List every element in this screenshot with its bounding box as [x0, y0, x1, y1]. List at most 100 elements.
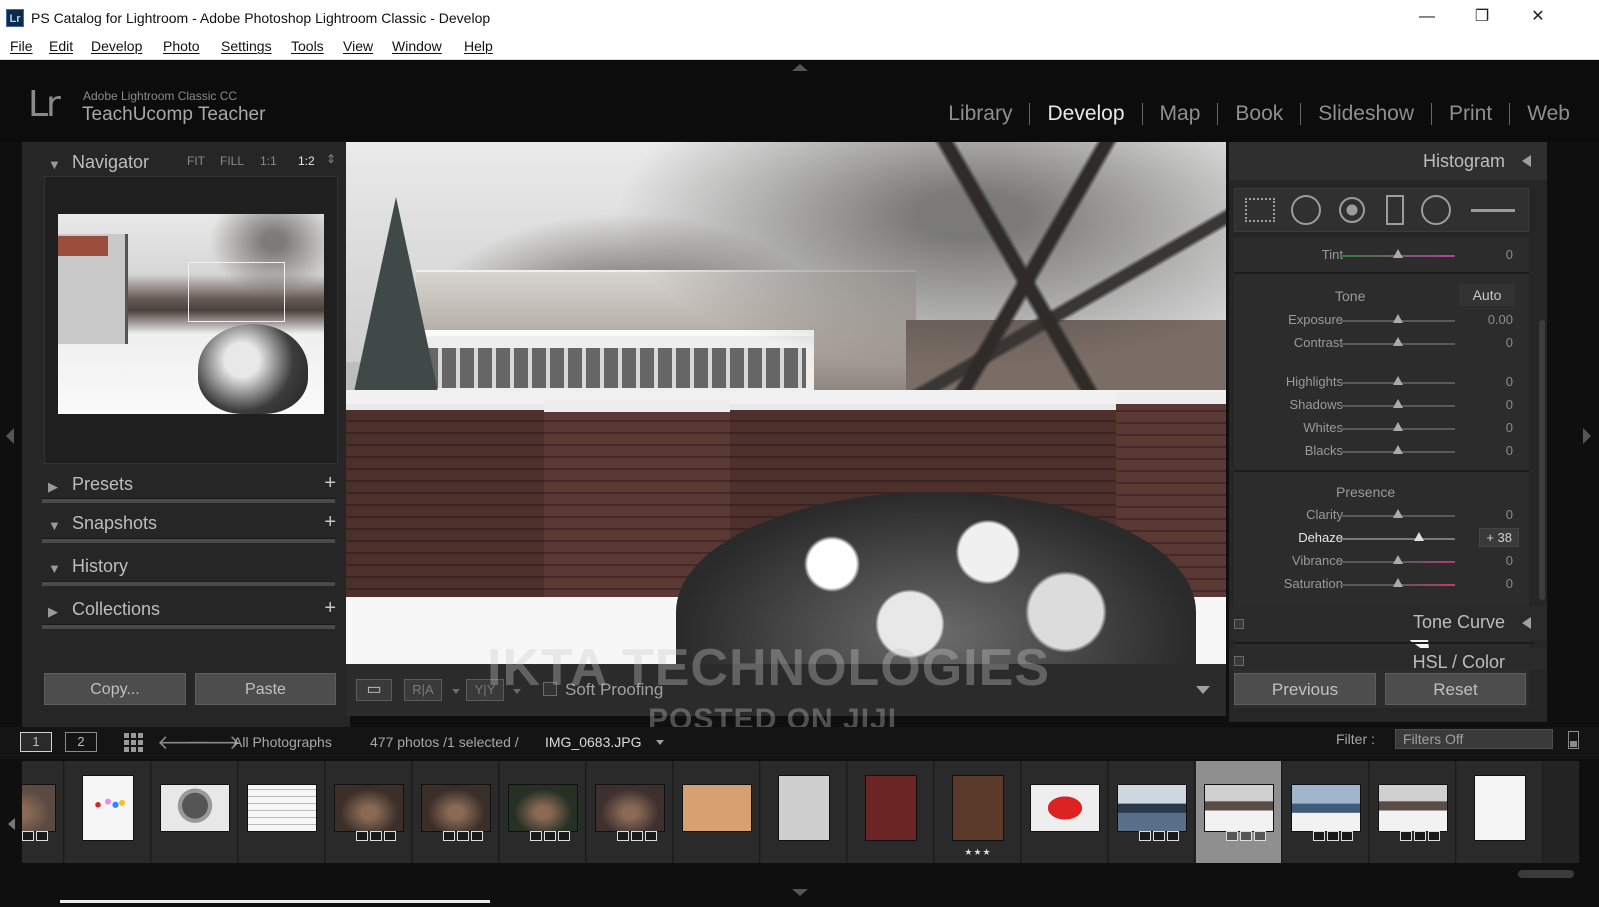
- collapse-left-icon[interactable]: [1522, 155, 1531, 167]
- tone-curve-header[interactable]: Tone Curve: [1229, 606, 1547, 640]
- highlights-thumb[interactable]: [1392, 376, 1403, 385]
- thumbnail-badge-icon[interactable]: [631, 831, 643, 841]
- filmstrip-thumbnail[interactable]: [1117, 784, 1187, 832]
- contrast-thumb[interactable]: [1392, 337, 1403, 346]
- thumbnail-badge-icon[interactable]: [1226, 831, 1238, 841]
- filter-lock-icon[interactable]: [1568, 731, 1579, 749]
- thumbnail-badge-icon[interactable]: [1327, 831, 1339, 841]
- navigator-zoom-rectangle[interactable]: [188, 262, 285, 322]
- right-panel-scrollbar[interactable]: [1539, 320, 1545, 600]
- thumbnail-badge-icon[interactable]: [544, 831, 556, 841]
- module-map[interactable]: Map: [1141, 103, 1218, 125]
- filmstrip-thumbnail[interactable]: [421, 784, 491, 832]
- thumbnail-badge-icon[interactable]: [1254, 831, 1266, 841]
- module-develop[interactable]: Develop: [1029, 103, 1141, 125]
- filmstrip-thumbnail[interactable]: [22, 784, 56, 832]
- right-panel-toggle-icon[interactable]: [1583, 428, 1591, 444]
- filmstrip-thumbnail[interactable]: [160, 784, 230, 832]
- shadows-thumb[interactable]: [1392, 399, 1403, 408]
- filmstrip-cell[interactable]: [1196, 761, 1282, 863]
- close-button[interactable]: ✕: [1523, 6, 1553, 30]
- thumbnail-badge-icon[interactable]: [457, 831, 469, 841]
- filmstrip-thumbnail[interactable]: [1204, 784, 1274, 832]
- filmstrip-thumbnail[interactable]: [952, 775, 1004, 841]
- before-after-button[interactable]: R|A: [404, 679, 442, 701]
- filmstrip-thumbnail[interactable]: [82, 775, 134, 841]
- filmstrip-cell[interactable]: [1283, 761, 1369, 863]
- menu-view[interactable]: View: [343, 38, 373, 54]
- thumbnail-badge-icon[interactable]: [36, 831, 48, 841]
- add-collection-icon[interactable]: +: [324, 597, 336, 620]
- add-preset-icon[interactable]: +: [324, 472, 336, 495]
- filmstrip-cell[interactable]: [674, 761, 760, 863]
- main-window-button[interactable]: 1: [20, 732, 52, 752]
- shadows-value[interactable]: 0: [1506, 397, 1513, 412]
- tint-value[interactable]: 0: [1506, 247, 1513, 262]
- menu-window[interactable]: Window: [392, 38, 442, 54]
- thumbnail-badge-icon[interactable]: [1414, 831, 1426, 841]
- tint-thumb[interactable]: [1392, 249, 1403, 258]
- whites-value[interactable]: 0: [1506, 420, 1513, 435]
- filmstrip-cell[interactable]: [500, 761, 586, 863]
- menu-file[interactable]: File: [10, 38, 33, 54]
- thumbnail-badge-icon[interactable]: [645, 831, 657, 841]
- filmstrip-thumbnail[interactable]: [595, 784, 665, 832]
- exposure-slider-row[interactable]: Exposure 0.00: [1234, 309, 1529, 331]
- filmstrip-cell[interactable]: [239, 761, 325, 863]
- clarity-value[interactable]: 0: [1506, 507, 1513, 522]
- grid-view-icon[interactable]: [124, 733, 143, 752]
- whites-slider-row[interactable]: Whites 0: [1234, 417, 1529, 439]
- filmstrip-thumbnail[interactable]: [865, 775, 917, 841]
- loupe-view-button[interactable]: ▭: [356, 679, 392, 701]
- module-slideshow[interactable]: Slideshow: [1300, 103, 1431, 125]
- filmstrip-cell[interactable]: [587, 761, 673, 863]
- filmstrip-thumbnail[interactable]: [1291, 784, 1361, 832]
- filmstrip-cell[interactable]: [152, 761, 238, 863]
- previous-button[interactable]: Previous: [1234, 673, 1376, 705]
- snapshots-header[interactable]: ▼ Snapshots +: [22, 503, 350, 543]
- filmstrip-cell[interactable]: [413, 761, 499, 863]
- crop-overlay-icon[interactable]: [1245, 198, 1275, 222]
- zoom-1-2[interactable]: 1:2: [298, 154, 315, 168]
- thumbnail-badge-icon[interactable]: [617, 831, 629, 841]
- add-snapshot-icon[interactable]: +: [324, 511, 336, 534]
- minimize-button[interactable]: —: [1412, 6, 1442, 30]
- photo-canvas[interactable]: [346, 142, 1226, 664]
- filmstrip-scrollbar[interactable]: [1518, 870, 1574, 878]
- filmstrip-cell[interactable]: [1370, 761, 1456, 863]
- top-panel-toggle-icon[interactable]: [792, 64, 808, 71]
- tint-slider-row[interactable]: Tint 0: [1234, 244, 1529, 266]
- thumbnail-badge-icon[interactable]: [384, 831, 396, 841]
- thumbnail-badge-icon[interactable]: [1313, 831, 1325, 841]
- expand-left-icon[interactable]: [1522, 617, 1531, 629]
- collections-header[interactable]: ▶ Collections +: [22, 589, 350, 629]
- bottom-panel-toggle-icon[interactable]: [792, 889, 808, 896]
- filmstrip-thumbnail[interactable]: [1378, 784, 1448, 832]
- highlights-value[interactable]: 0: [1506, 374, 1513, 389]
- thumbnail-badge-icon[interactable]: [1240, 831, 1252, 841]
- dehaze-slider-row[interactable]: Dehaze + 38: [1234, 527, 1529, 549]
- filmstrip-thumbnail[interactable]: [247, 784, 317, 832]
- history-header[interactable]: ▼ History: [22, 546, 350, 586]
- thumbnail-badge-icon[interactable]: [1167, 831, 1179, 841]
- dehaze-value[interactable]: + 38: [1479, 528, 1519, 547]
- blacks-value[interactable]: 0: [1506, 443, 1513, 458]
- vibrance-thumb[interactable]: [1392, 555, 1403, 564]
- filmstrip-thumbnail[interactable]: [682, 784, 752, 832]
- menu-help[interactable]: Help: [464, 38, 493, 54]
- filmstrip-cell[interactable]: [326, 761, 412, 863]
- histogram-header[interactable]: Histogram: [1229, 142, 1547, 180]
- exposure-value[interactable]: 0.00: [1488, 312, 1513, 327]
- thumbnail-badge-icon[interactable]: [1153, 831, 1165, 841]
- menu-develop[interactable]: Develop: [91, 38, 142, 54]
- exposure-thumb[interactable]: [1392, 314, 1403, 323]
- module-web[interactable]: Web: [1509, 103, 1587, 125]
- filmstrip-cell[interactable]: [1022, 761, 1108, 863]
- filter-dropdown[interactable]: Filters Off: [1395, 729, 1553, 749]
- menu-edit[interactable]: Edit: [49, 38, 73, 54]
- filmstrip-thumbnail[interactable]: [334, 784, 404, 832]
- filmstrip-thumbnail[interactable]: [778, 775, 830, 841]
- thumbnail-badge-icon[interactable]: [356, 831, 368, 841]
- thumbnail-badge-icon[interactable]: [1400, 831, 1412, 841]
- saturation-value[interactable]: 0: [1506, 576, 1513, 591]
